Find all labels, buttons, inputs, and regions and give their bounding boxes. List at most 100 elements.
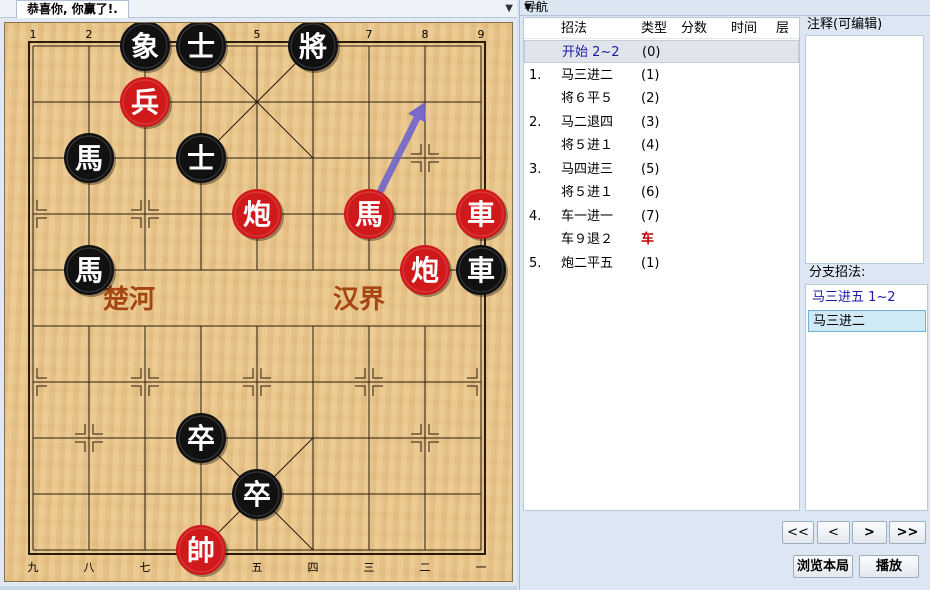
move-row[interactable]: 2. 马二退四 (3) [524, 111, 799, 134]
first-move-button[interactable]: << [782, 521, 814, 544]
black-piece[interactable]: 卒 [176, 413, 228, 465]
file-number-top: 8 [422, 28, 429, 41]
piece-label: 士 [187, 142, 215, 175]
header-score[interactable]: 分数 [681, 18, 707, 39]
branch-item[interactable]: 马三进二 [808, 310, 926, 332]
black-piece[interactable]: 士 [176, 133, 228, 185]
move-text: 开始 2~2 [562, 45, 620, 60]
move-row[interactable]: 将６平５ (2) [524, 87, 799, 110]
black-piece[interactable]: 象 [120, 23, 172, 73]
position-mark [148, 385, 159, 396]
file-number-bottom: 三 [364, 561, 375, 574]
black-piece[interactable]: 卒 [232, 469, 284, 521]
move-row[interactable]: 1. 马三进二 (1) [524, 64, 799, 87]
last-move-button[interactable]: >> [889, 521, 926, 544]
move-row[interactable]: 4. 车一进一 (7) [524, 205, 799, 228]
red-piece[interactable]: 馬 [344, 189, 396, 241]
piece-label: 兵 [131, 86, 159, 119]
red-piece[interactable]: 兵 [120, 77, 172, 129]
river-text-left: 楚河 [103, 285, 155, 315]
piece-label: 馬 [75, 142, 103, 175]
red-piece[interactable]: 炮 [232, 189, 284, 241]
position-mark [411, 424, 422, 435]
board-grid[interactable]: 楚河汉界123456789九八七六五四三二一象士將兵馬士炮馬車馬炮車卒卒帥 [5, 23, 514, 583]
piece-label: 卒 [187, 422, 215, 455]
position-mark [36, 385, 47, 396]
move-row[interactable]: 5. 炮二平五 (1) [524, 252, 799, 275]
move-type: (4) [641, 138, 660, 153]
red-piece[interactable]: 炮 [400, 245, 452, 297]
file-number-top: 1 [30, 28, 37, 41]
file-number-bottom: 五 [252, 561, 263, 574]
move-text: 马四进三 [561, 161, 614, 177]
position-mark [355, 385, 366, 396]
piece-label: 車 [467, 254, 495, 287]
move-text: 将５进１ [561, 138, 614, 153]
position-mark [467, 368, 478, 379]
position-mark [355, 368, 366, 379]
position-mark [36, 368, 47, 379]
header-time[interactable]: 时间 [731, 18, 757, 39]
red-piece[interactable]: 帥 [176, 525, 228, 577]
black-piece[interactable]: 馬 [64, 245, 116, 297]
position-mark [131, 200, 142, 211]
black-piece[interactable]: 士 [176, 23, 228, 73]
annotation-textarea[interactable] [805, 35, 924, 264]
file-number-top: 9 [478, 28, 485, 41]
piece-label: 炮 [411, 254, 439, 287]
move-text: 车９退２ [561, 232, 614, 247]
piece-label: 帥 [187, 534, 215, 567]
header-move[interactable]: 招法 [561, 18, 587, 39]
move-row[interactable]: 将５进１ (6) [524, 181, 799, 204]
position-mark [131, 217, 142, 228]
piece-label: 炮 [243, 198, 271, 231]
red-piece[interactable]: 車 [456, 189, 508, 241]
file-number-bottom: 七 [140, 561, 151, 574]
annotation-label: 注释(可编辑) [807, 17, 883, 32]
move-type: (5) [641, 161, 660, 177]
move-text: 炮二平五 [561, 255, 614, 271]
move-row[interactable]: 车９退２ 车 [524, 228, 799, 251]
dropdown-icon[interactable]: ▼ [505, 0, 513, 17]
move-text: 马二退四 [561, 114, 614, 130]
branch-item[interactable]: 马三进五 1~2 [808, 287, 926, 309]
move-text: 将５进１ [561, 185, 614, 200]
move-type: (1) [641, 255, 660, 271]
black-piece[interactable]: 馬 [64, 133, 116, 185]
position-mark [148, 200, 159, 211]
next-move-button[interactable]: > [852, 521, 887, 544]
nav-title-bar: 导航 ▼ ‡ [520, 0, 930, 16]
move-type: 车 [641, 232, 655, 247]
position-mark [148, 368, 159, 379]
position-mark [243, 385, 254, 396]
file-number-bottom: 二 [420, 561, 431, 574]
header-depth[interactable]: 层 [776, 18, 789, 39]
move-type: (6) [641, 185, 660, 200]
file-number-bottom: 一 [476, 561, 487, 574]
move-text: 将６平５ [561, 91, 614, 106]
status-strip [0, 586, 517, 590]
move-list[interactable]: 招法 类型 分数 时间 层 开始 2~2 (0) 1. 马三进二 (1) 将６平５ (2) 2… [523, 17, 800, 511]
play-button[interactable]: 播放 [859, 555, 919, 578]
chess-board[interactable]: 楚河汉界123456789九八七六五四三二一象士將兵馬士炮馬車馬炮車卒卒帥 [4, 22, 513, 582]
piece-label: 象 [131, 30, 159, 63]
header-type[interactable]: 类型 [641, 18, 667, 39]
board-tab-strip: 恭喜你, 你赢了!. ▼ [0, 0, 517, 18]
position-mark [260, 368, 271, 379]
browse-game-button[interactable]: 浏览本局 [793, 555, 853, 578]
piece-label: 車 [467, 198, 495, 231]
river-text-right: 汉界 [333, 285, 385, 315]
board-tab[interactable]: 恭喜你, 你赢了!. [16, 0, 129, 18]
position-mark [428, 441, 439, 452]
black-piece[interactable]: 將 [288, 23, 340, 73]
black-piece[interactable]: 車 [456, 245, 508, 297]
move-type: (2) [641, 91, 660, 106]
move-row[interactable]: 3. 马四进三 (5) [524, 158, 799, 181]
move-row[interactable]: 将５进１ (4) [524, 134, 799, 157]
prev-move-button[interactable]: < [817, 521, 850, 544]
branch-list[interactable]: 马三进五 1~2 马三进二 [805, 284, 928, 511]
move-type: (1) [641, 67, 660, 83]
pin-icon[interactable]: ▼ ‡ [524, 0, 927, 15]
move-row[interactable]: 开始 2~2 (0) [524, 40, 799, 63]
position-mark [75, 424, 86, 435]
